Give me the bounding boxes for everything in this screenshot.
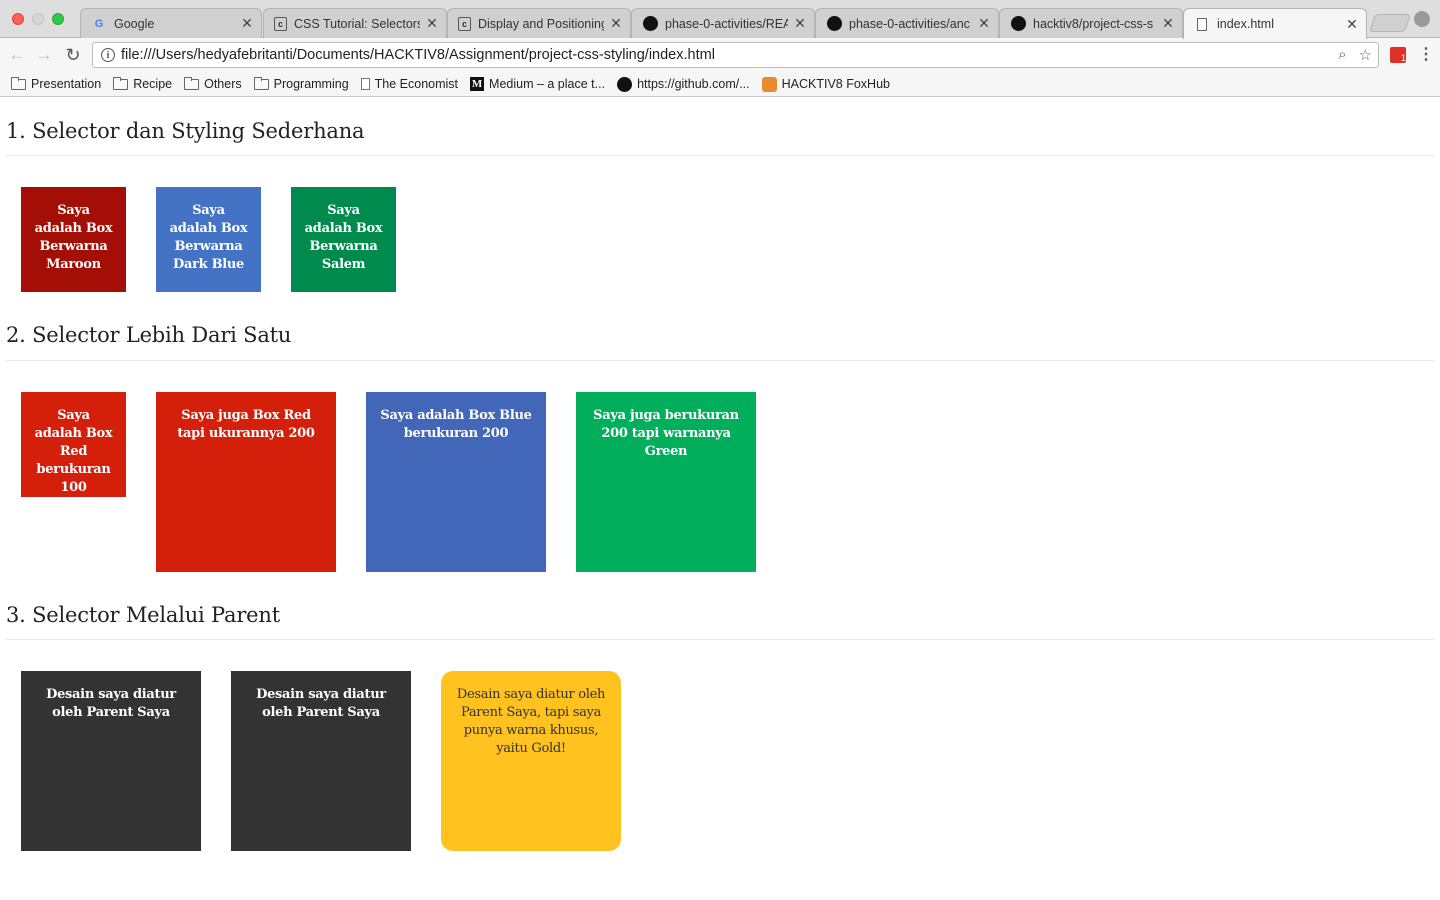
- bookmarks-bar: Presentation Recipe Others Programming T…: [0, 72, 1440, 97]
- reload-icon[interactable]: ↻: [62, 44, 84, 66]
- maximize-window-button[interactable]: [52, 13, 64, 25]
- forward-arrow-icon[interactable]: →: [33, 44, 55, 66]
- bookmark-label: https://github.com/...: [637, 77, 750, 91]
- tab-title: index.html: [1217, 17, 1274, 31]
- back-arrow-icon[interactable]: ←: [6, 44, 28, 66]
- section-title-3: 3. Selector Melalui Parent: [6, 603, 280, 627]
- section-title-1: 1. Selector dan Styling Sederhana: [6, 119, 365, 143]
- close-tab-icon[interactable]: ✕: [426, 15, 438, 32]
- close-window-button[interactable]: [12, 13, 24, 25]
- close-tab-icon[interactable]: ✕: [1162, 15, 1174, 32]
- minimize-window-button[interactable]: [32, 13, 44, 25]
- tab-display-positioning[interactable]: c Display and Positioning ✕: [447, 8, 631, 38]
- close-tab-icon[interactable]: ✕: [610, 15, 622, 32]
- github-icon: [826, 16, 842, 32]
- section-divider: [6, 360, 1434, 361]
- bookmark-label: The Economist: [374, 77, 459, 91]
- box-parent-dark: Desain saya diatur oleh Parent Saya: [231, 671, 411, 851]
- google-icon: G: [94, 17, 104, 30]
- box-gold: Desain saya diatur oleh Parent Saya, tap…: [441, 671, 621, 851]
- tab-title: phase-0-activities/REA: [665, 16, 788, 31]
- new-tab-button[interactable]: [1369, 14, 1411, 32]
- tab-index-html[interactable]: index.html ✕: [1183, 8, 1367, 39]
- bookmark-star-icon[interactable]: ☆: [1359, 46, 1372, 64]
- folder-icon: [11, 76, 26, 90]
- github-icon: [642, 16, 658, 32]
- section-divider: [6, 639, 1434, 640]
- close-tab-icon[interactable]: ✕: [1346, 16, 1358, 33]
- extension-icon[interactable]: 1: [1390, 47, 1406, 63]
- bookmark-others[interactable]: Others: [184, 76, 242, 91]
- foxhub-icon: [761, 76, 777, 92]
- folder-icon: [113, 76, 129, 90]
- bookmark-label: Programming: [273, 77, 349, 91]
- box-red-100: Saya adalah Box Red berukuran 100: [21, 392, 126, 497]
- bookmark-label: Presentation: [31, 77, 102, 91]
- zoom-search-icon[interactable]: ⌕: [1338, 46, 1346, 64]
- tab-phase0-readme[interactable]: phase-0-activities/REA ✕: [631, 8, 815, 38]
- bookmark-label: Medium – a place t...: [489, 77, 606, 91]
- folder-icon: [253, 76, 269, 90]
- page-icon: [360, 78, 370, 90]
- box-salem: Saya adalah Box Berwarna Salem: [291, 187, 396, 292]
- box-dark-blue: Saya adalah Box Berwarna Dark Blue: [156, 187, 261, 292]
- tab-project-css[interactable]: hacktiv8/project-css-s ✕: [999, 8, 1183, 38]
- page-icon: [1194, 16, 1210, 32]
- box-green-200: Saya juga berukuran 200 tapi warnanya Gr…: [576, 392, 756, 572]
- codecademy-icon: c: [274, 16, 287, 31]
- bookmark-label: HACKTIV8 FoxHub: [781, 77, 890, 91]
- profile-icon[interactable]: [1414, 11, 1430, 27]
- address-text: file:///Users/hedyafebritanti/Documents/…: [121, 47, 715, 63]
- section-divider: [6, 155, 1434, 156]
- github-icon: [617, 76, 633, 92]
- github-icon: [1010, 16, 1026, 32]
- section-title-2: 2. Selector Lebih Dari Satu: [6, 323, 292, 347]
- extension-badge: 1: [1400, 53, 1406, 63]
- address-bar[interactable]: i file:///Users/hedyafebritanti/Document…: [92, 42, 1379, 68]
- bookmark-foxhub[interactable]: HACKTIV8 FoxHub: [761, 76, 890, 92]
- info-icon[interactable]: i: [101, 48, 115, 62]
- close-tab-icon[interactable]: ✕: [978, 15, 990, 32]
- tab-strip: G Google ✕ c CSS Tutorial: Selectors ✕ c…: [0, 0, 1440, 39]
- bookmark-programming[interactable]: Programming: [253, 76, 349, 91]
- tab-google[interactable]: G Google ✕: [80, 8, 262, 38]
- folder-icon: [184, 76, 200, 90]
- close-tab-icon[interactable]: ✕: [794, 15, 806, 32]
- bookmark-medium[interactable]: M Medium – a place t...: [470, 77, 605, 91]
- bookmark-recipe[interactable]: Recipe: [113, 76, 173, 91]
- tab-title: Google: [114, 16, 155, 31]
- bookmark-label: Others: [204, 77, 242, 91]
- tab-css-tutorial[interactable]: c CSS Tutorial: Selectors ✕: [263, 8, 447, 38]
- bookmark-github[interactable]: https://github.com/...: [617, 76, 750, 92]
- bookmark-economist[interactable]: The Economist: [360, 77, 459, 91]
- codecademy-icon: c: [458, 16, 471, 31]
- bookmark-presentation[interactable]: Presentation: [11, 76, 102, 91]
- close-tab-icon[interactable]: ✕: [241, 15, 253, 32]
- box-red-200: Saya juga Box Red tapi ukurannya 200: [156, 392, 336, 572]
- box-maroon: Saya adalah Box Berwarna Maroon: [21, 187, 126, 292]
- tab-title: Display and Positioning: [478, 16, 604, 31]
- box-blue-200: Saya adalah Box Blue berukuran 200: [366, 392, 546, 572]
- browser-toolbar: ← → ↻ i file:///Users/hedyafebritanti/Do…: [0, 38, 1440, 72]
- tab-title: hacktiv8/project-css-s: [1033, 16, 1154, 31]
- medium-icon: M: [470, 77, 485, 91]
- page-content: 1. Selector dan Styling Sederhana Saya a…: [0, 98, 1440, 900]
- tab-phase0-anc[interactable]: phase-0-activities/anc ✕: [815, 8, 999, 38]
- tab-title: CSS Tutorial: Selectors: [294, 16, 420, 31]
- tab-title: phase-0-activities/anc: [849, 16, 970, 31]
- box-parent-dark: Desain saya diatur oleh Parent Saya: [21, 671, 201, 851]
- bookmark-label: Recipe: [133, 77, 173, 91]
- menu-icon[interactable]: ⋮: [1418, 44, 1434, 64]
